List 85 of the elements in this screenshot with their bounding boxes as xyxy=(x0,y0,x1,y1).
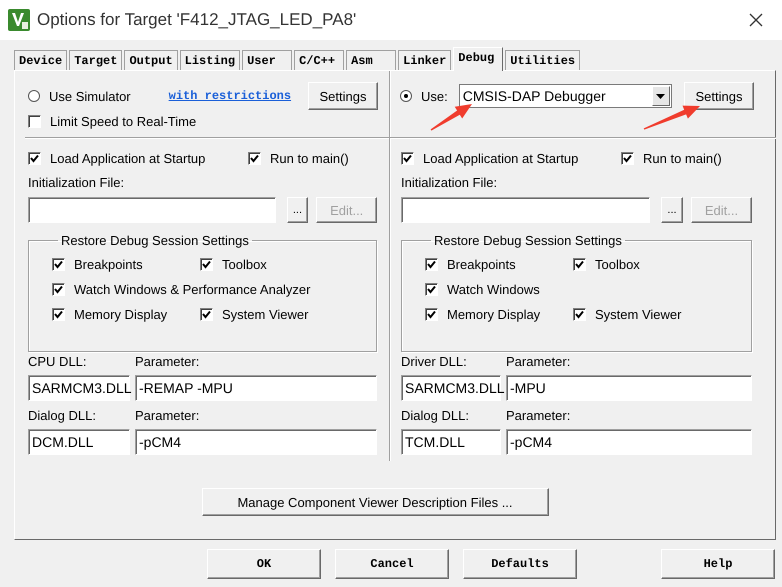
checkbox-label[interactable]: Run to main() xyxy=(270,150,349,166)
checkbox[interactable] xyxy=(573,308,586,320)
group-title: Restore Debug Session Settings xyxy=(433,233,623,248)
checkbox[interactable] xyxy=(573,258,586,270)
checkbox[interactable] xyxy=(425,258,438,270)
arrow xyxy=(644,106,700,130)
field-label: Parameter: xyxy=(506,353,570,371)
checkbox-label[interactable]: Watch Windows & Performance Analyzer xyxy=(74,282,310,296)
checkbox-label[interactable]: Breakpoints xyxy=(447,256,516,272)
group-title: Restore Debug Session Settings xyxy=(60,233,250,248)
tab[interactable]: User xyxy=(242,50,292,70)
dialog-button[interactable]: OK xyxy=(207,549,321,579)
input-field[interactable]: -pCM4 xyxy=(506,429,752,455)
input-field[interactable]: TCM.DLL xyxy=(401,429,501,455)
field-label: Initialization File: xyxy=(401,174,498,192)
settings-button[interactable]: Settings xyxy=(684,82,754,110)
dropdown-arrow-button[interactable] xyxy=(652,86,670,106)
checkbox-label[interactable]: Load Application at Startup xyxy=(50,150,206,166)
field-label: Initialization File: xyxy=(28,174,126,192)
checkbox-label[interactable]: Memory Display xyxy=(74,306,168,322)
input-field[interactable]: DCM.DLL xyxy=(28,429,130,455)
checkbox-label[interactable]: Run to main() xyxy=(643,150,722,166)
settings-button[interactable]: Settings xyxy=(308,82,378,110)
checkbox-label[interactable]: Memory Display xyxy=(447,306,540,322)
radio-label[interactable]: Use Simulator xyxy=(49,88,131,104)
dropdown-value: CMSIS-DAP Debugger xyxy=(462,88,607,104)
input-field[interactable] xyxy=(401,197,650,223)
radio-button[interactable] xyxy=(28,90,40,102)
field-label: Dialog DLL: xyxy=(28,407,97,425)
tab[interactable]: Linker xyxy=(398,50,452,70)
checkbox[interactable] xyxy=(52,282,65,296)
checkbox[interactable] xyxy=(52,258,65,270)
field-label: Parameter: xyxy=(506,407,570,425)
dialog-button[interactable]: Help xyxy=(661,549,775,579)
checkbox-label[interactable]: System Viewer xyxy=(222,306,308,322)
browse-button[interactable]: ... xyxy=(286,197,308,223)
tab[interactable]: Utilities xyxy=(505,50,580,70)
close-icon xyxy=(748,12,764,28)
checkbox[interactable] xyxy=(200,258,213,270)
tab[interactable]: Target xyxy=(69,50,122,70)
field-label: CPU DLL: xyxy=(28,353,88,371)
tab[interactable]: Listing xyxy=(180,50,240,70)
checkbox-label[interactable]: System Viewer xyxy=(595,306,682,322)
checkbox-label[interactable]: Toolbox xyxy=(595,256,640,272)
checkbox[interactable] xyxy=(248,152,261,164)
checkbox-label[interactable]: Load Application at Startup xyxy=(423,150,578,166)
radio-label[interactable]: Use: xyxy=(421,88,448,104)
debugger-dropdown[interactable]: CMSIS-DAP Debugger xyxy=(458,84,672,108)
checkbox[interactable] xyxy=(425,282,438,296)
checkbox-label[interactable]: Breakpoints xyxy=(74,256,143,272)
checkbox-label[interactable]: Watch Windows xyxy=(447,282,540,296)
manage-button[interactable]: Manage Component Viewer Description Files ... xyxy=(202,488,548,516)
arrow xyxy=(430,104,472,131)
tab[interactable]: Output xyxy=(124,50,178,70)
tab[interactable]: Device xyxy=(14,50,68,70)
radio-button[interactable] xyxy=(400,90,412,102)
input-field[interactable]: SARMCM3.DLL xyxy=(28,375,130,401)
field-label: Parameter: xyxy=(135,353,200,371)
tab[interactable]: C/C++ xyxy=(294,50,344,70)
app-icon xyxy=(8,9,30,31)
checkbox-label[interactable]: Toolbox xyxy=(222,256,267,272)
checkbox[interactable] xyxy=(425,308,438,320)
tab[interactable]: Debug xyxy=(453,47,504,71)
window-title: Options for Target 'F412_JTAG_LED_PA8' xyxy=(37,10,356,30)
checkbox[interactable] xyxy=(621,152,634,164)
checkbox-label[interactable]: Limit Speed to Real-Time xyxy=(50,114,196,128)
checkbox[interactable] xyxy=(52,308,65,320)
browse-button[interactable]: ... xyxy=(661,197,683,223)
field-label: Parameter: xyxy=(135,407,200,425)
caret-icon xyxy=(656,94,666,98)
dialog-button[interactable]: Cancel xyxy=(335,549,449,579)
checkbox[interactable] xyxy=(200,308,213,320)
input-field[interactable]: -MPU xyxy=(506,375,752,401)
restrictions-link[interactable]: with restrictions xyxy=(168,89,292,103)
field-label: Driver DLL: xyxy=(401,353,468,371)
input-field[interactable]: -pCM4 xyxy=(135,429,377,455)
field-label: Dialog DLL: xyxy=(401,407,470,425)
checkbox[interactable] xyxy=(28,114,41,128)
checkbox[interactable] xyxy=(28,152,41,164)
checkbox[interactable] xyxy=(401,152,414,164)
tab[interactable]: Asm xyxy=(346,50,396,70)
close-button[interactable] xyxy=(748,12,764,28)
input-field[interactable]: -REMAP -MPU xyxy=(135,375,377,401)
input-field[interactable] xyxy=(28,197,276,223)
dialog-button[interactable]: Defaults xyxy=(463,549,577,579)
